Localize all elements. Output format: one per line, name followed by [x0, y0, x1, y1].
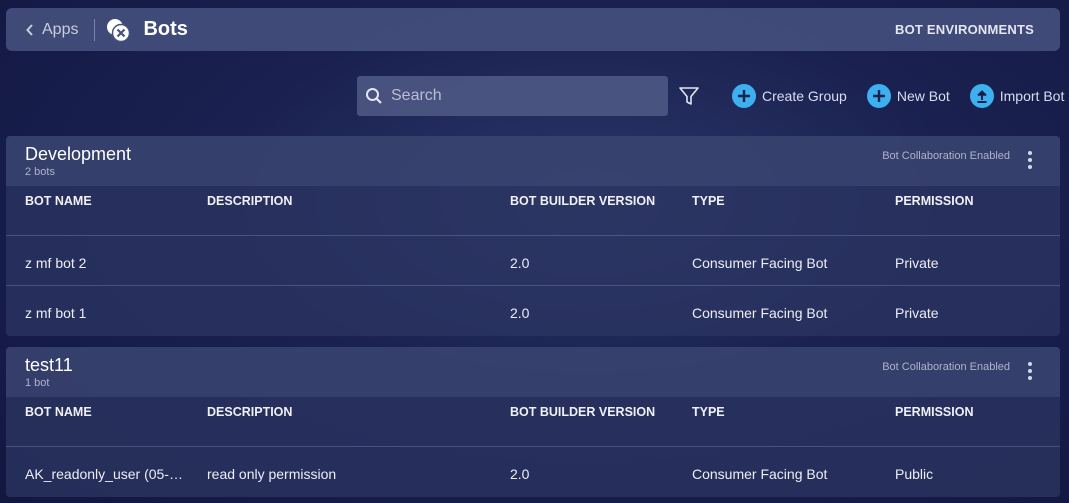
group-header: Development 2 bots Bot Collaboration Ena… — [6, 136, 1060, 186]
group-bot-count: 2 bots — [25, 166, 55, 178]
bot-permission: Private — [895, 305, 939, 321]
table-row[interactable]: z mf bot 1 2.0 Consumer Facing Bot Priva… — [6, 286, 1060, 336]
upload-circle-icon — [969, 84, 994, 108]
toolbar: Create Group New Bot Import Bot — [357, 76, 1064, 116]
top-bar: Apps Bots BOT ENVIRONMENTS — [6, 8, 1060, 51]
search-input[interactable] — [391, 87, 651, 105]
bot-environments-button[interactable]: BOT ENVIRONMENTS — [895, 22, 1034, 37]
new-bot-button[interactable]: New Bot — [866, 84, 950, 108]
bot-description: read only permission — [207, 466, 337, 482]
kebab-menu-icon[interactable] — [1022, 359, 1038, 381]
bots-logo-icon — [107, 18, 131, 42]
col-permission[interactable]: PERMISSION — [895, 405, 1035, 419]
chevron-left-icon — [26, 23, 33, 36]
create-group-label: Create Group — [762, 88, 847, 104]
bot-type: Consumer Facing Bot — [692, 466, 828, 482]
search-icon — [366, 88, 382, 104]
table-header: BOT NAME DESCRIPTION BOT BUILDER VERSION… — [6, 397, 1060, 447]
col-description[interactable]: DESCRIPTION — [207, 194, 497, 208]
bot-permission: Private — [895, 255, 939, 271]
col-type[interactable]: TYPE — [692, 194, 882, 208]
plus-circle-icon — [866, 84, 891, 108]
bot-version: 2.0 — [510, 255, 530, 271]
plus-circle-icon — [732, 84, 756, 108]
back-to-apps-link[interactable]: Apps — [26, 21, 78, 39]
create-group-button[interactable]: Create Group — [732, 84, 847, 108]
col-bot-name[interactable]: BOT NAME — [25, 405, 185, 419]
col-builder-version[interactable]: BOT BUILDER VERSION — [510, 194, 680, 208]
group-name: test11 — [25, 355, 73, 375]
table-header: BOT NAME DESCRIPTION BOT BUILDER VERSION… — [6, 186, 1060, 236]
bot-group-development: Development 2 bots Bot Collaboration Ena… — [6, 136, 1060, 336]
bot-name: AK_readonly_user (05-… — [25, 466, 183, 482]
import-bot-label: Import Bot — [999, 88, 1065, 104]
filter-icon[interactable] — [678, 85, 700, 107]
header-divider — [94, 18, 96, 41]
col-permission[interactable]: PERMISSION — [895, 194, 1035, 208]
bot-permission: Public — [895, 466, 934, 482]
col-description[interactable]: DESCRIPTION — [207, 405, 497, 419]
table-row[interactable]: z mf bot 2 2.0 Consumer Facing Bot Priva… — [6, 236, 1060, 286]
group-bot-count: 1 bot — [25, 377, 50, 389]
bot-type: Consumer Facing Bot — [692, 305, 828, 321]
col-builder-version[interactable]: BOT BUILDER VERSION — [510, 405, 680, 419]
collaboration-status: Bot Collaboration Enabled — [882, 361, 1010, 373]
bot-name: z mf bot 1 — [25, 305, 87, 321]
table-row[interactable]: AK_readonly_user (05-… read only permiss… — [6, 447, 1060, 497]
bot-version: 2.0 — [510, 466, 530, 482]
bot-name: z mf bot 2 — [25, 255, 87, 271]
bot-type: Consumer Facing Bot — [692, 255, 828, 271]
col-type[interactable]: TYPE — [692, 405, 882, 419]
back-label: Apps — [42, 20, 79, 38]
bot-group-test11: test11 1 bot Bot Collaboration Enabled B… — [6, 347, 1060, 497]
new-bot-label: New Bot — [896, 88, 950, 104]
collaboration-status: Bot Collaboration Enabled — [882, 150, 1010, 162]
col-bot-name[interactable]: BOT NAME — [25, 194, 185, 208]
group-header: test11 1 bot Bot Collaboration Enabled — [6, 347, 1060, 397]
bot-version: 2.0 — [510, 305, 530, 321]
kebab-menu-icon[interactable] — [1022, 148, 1038, 170]
import-bot-button[interactable]: Import Bot — [969, 84, 1065, 108]
page-title: Bots — [143, 18, 188, 40]
group-name: Development — [25, 144, 132, 164]
search-box[interactable] — [357, 76, 668, 116]
